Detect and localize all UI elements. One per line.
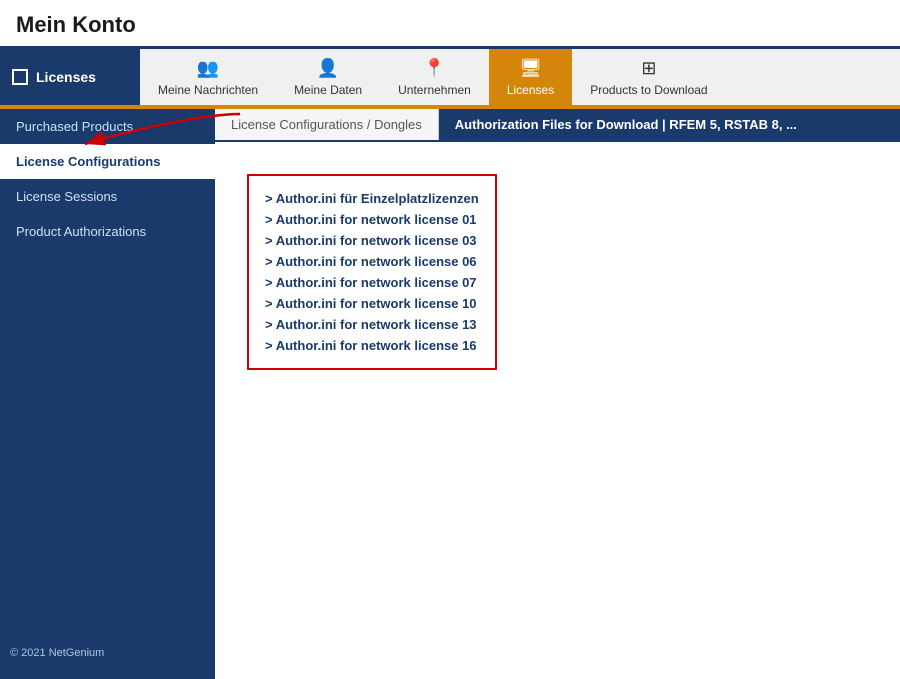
auth-file-link[interactable]: > Author.ini für Einzelplatzlizenzen [265, 188, 479, 209]
auth-file-link[interactable]: > Author.ini for network license 03 [265, 230, 479, 251]
nav-item-unternehmen-label: Unternehmen [398, 83, 471, 97]
sidebar-item-sessions[interactable]: License Sessions [0, 179, 215, 214]
auth-file-link[interactable]: > Author.ini for network license 06 [265, 251, 479, 272]
nav-item-daten-label: Meine Daten [294, 83, 362, 97]
licenses-icon: 🖥 [519, 58, 542, 79]
auth-file-link[interactable]: > Author.ini for network license 16 [265, 335, 479, 356]
red-arrow-svg [55, 99, 255, 159]
nachrichten-icon: 👥 [197, 58, 219, 79]
nav-logo[interactable]: Licenses [0, 49, 140, 105]
nav-item-licenses[interactable]: 🖥 Licenses [489, 49, 572, 105]
sidebar: Purchased Products License Configuration… [0, 109, 215, 679]
logo-icon [12, 69, 28, 85]
products-icon: ⊞ [641, 58, 656, 79]
daten-icon: 👤 [317, 58, 339, 79]
auth-files-wrapper: > Author.ini für Einzelplatzlizenzen> Au… [231, 158, 884, 386]
auth-file-link[interactable]: > Author.ini for network license 13 [265, 314, 479, 335]
nav-items: 👥 Meine Nachrichten 👤 Meine Daten 📍 Unte… [140, 49, 900, 105]
breadcrumb-container: License Configurations / Dongles Authori… [215, 109, 900, 142]
nav-logo-label: Licenses [36, 69, 96, 85]
nav-item-licenses-label: Licenses [507, 83, 554, 97]
breadcrumb-bar: License Configurations / Dongles Authori… [215, 109, 900, 142]
auth-file-link[interactable]: > Author.ini for network license 10 [265, 293, 479, 314]
sidebar-item-authorizations[interactable]: Product Authorizations [0, 214, 215, 249]
breadcrumb-tab-authfiles: Authorization Files for Download | RFEM … [439, 109, 900, 140]
auth-file-link[interactable]: > Author.ini for network license 01 [265, 209, 479, 230]
nav-item-nachrichten[interactable]: 👥 Meine Nachrichten [140, 49, 276, 105]
nav-item-nachrichten-label: Meine Nachrichten [158, 83, 258, 97]
nav-item-products-label: Products to Download [590, 83, 707, 97]
nav-item-daten[interactable]: 👤 Meine Daten [276, 49, 380, 105]
auth-files-section: > Author.ini für Einzelplatzlizenzen> Au… [247, 174, 497, 370]
unternehmen-icon: 📍 [423, 58, 445, 79]
sidebar-copyright: © 2021 NetGenium [10, 647, 104, 659]
nav-item-unternehmen[interactable]: 📍 Unternehmen [380, 49, 489, 105]
top-nav: Licenses 👥 Meine Nachrichten 👤 Meine Dat… [0, 49, 900, 105]
main-layout: Purchased Products License Configuration… [0, 109, 900, 679]
content-area: License Configurations / Dongles Authori… [215, 109, 900, 679]
page-title: Mein Konto [0, 0, 900, 49]
auth-file-link[interactable]: > Author.ini for network license 07 [265, 272, 479, 293]
nav-item-products[interactable]: ⊞ Products to Download [572, 49, 725, 105]
